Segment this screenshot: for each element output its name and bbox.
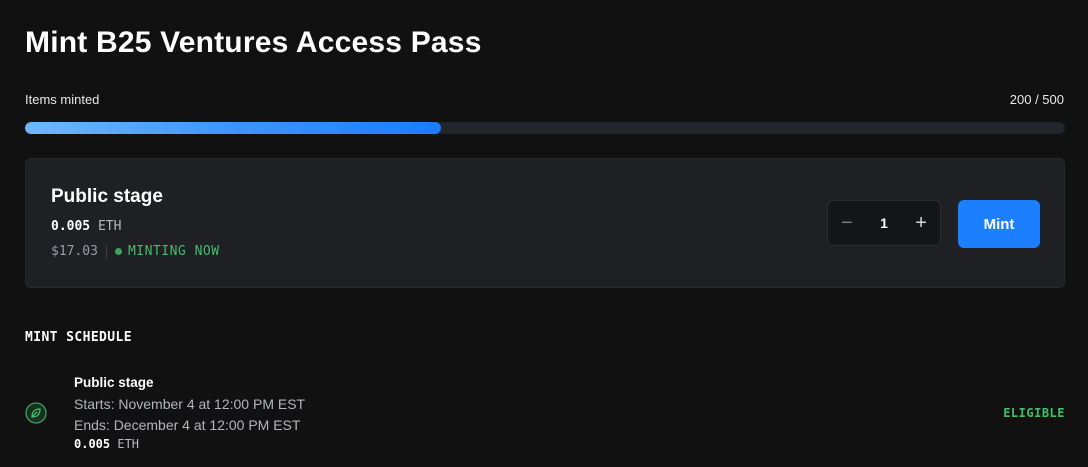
decrease-quantity-button[interactable]: −	[841, 213, 853, 233]
mint-schedule-heading: MINT SCHEDULE	[25, 330, 132, 345]
schedule-end-time: Ends: December 4 at 12:00 PM EST	[74, 417, 301, 433]
schedule-stage-name: Public stage	[74, 375, 154, 390]
mint-progress-bar	[25, 122, 1065, 134]
page-title: Mint B25 Ventures Access Pass	[25, 26, 482, 59]
eligibility-status: ELIGIBLE	[1003, 406, 1065, 420]
stage-price: 0.005 ETH	[51, 219, 121, 234]
increase-quantity-button[interactable]: +	[915, 213, 927, 233]
stage-name: Public stage	[51, 186, 163, 207]
quantity-value[interactable]: 1	[880, 215, 888, 231]
schedule-price: 0.005 ETH	[74, 437, 139, 451]
items-minted-count: 200 / 500	[1009, 92, 1064, 107]
status-dot-icon	[114, 248, 122, 255]
public-stage-card: Public stage 0.005 ETH $17.03 MINTING NO…	[25, 158, 1065, 288]
fiat-price: $17.03	[51, 244, 98, 259]
schedule-price-amount: 0.005	[74, 437, 111, 451]
schedule-price-currency: ETH	[117, 437, 140, 451]
stage-price-currency: ETH	[97, 219, 122, 234]
minting-status: MINTING NOW	[127, 244, 220, 259]
divider	[105, 244, 107, 259]
stage-price-amount: 0.005	[51, 219, 91, 234]
stage-subinfo: $17.03 MINTING NOW	[51, 244, 220, 259]
leaf-icon	[25, 402, 47, 424]
items-minted-label: Items minted	[25, 92, 100, 107]
mint-button[interactable]: Mint	[958, 200, 1040, 248]
mint-progress-fill	[25, 122, 441, 134]
schedule-start-time: Starts: November 4 at 12:00 PM EST	[74, 396, 306, 412]
quantity-stepper: − 1 +	[827, 200, 941, 246]
